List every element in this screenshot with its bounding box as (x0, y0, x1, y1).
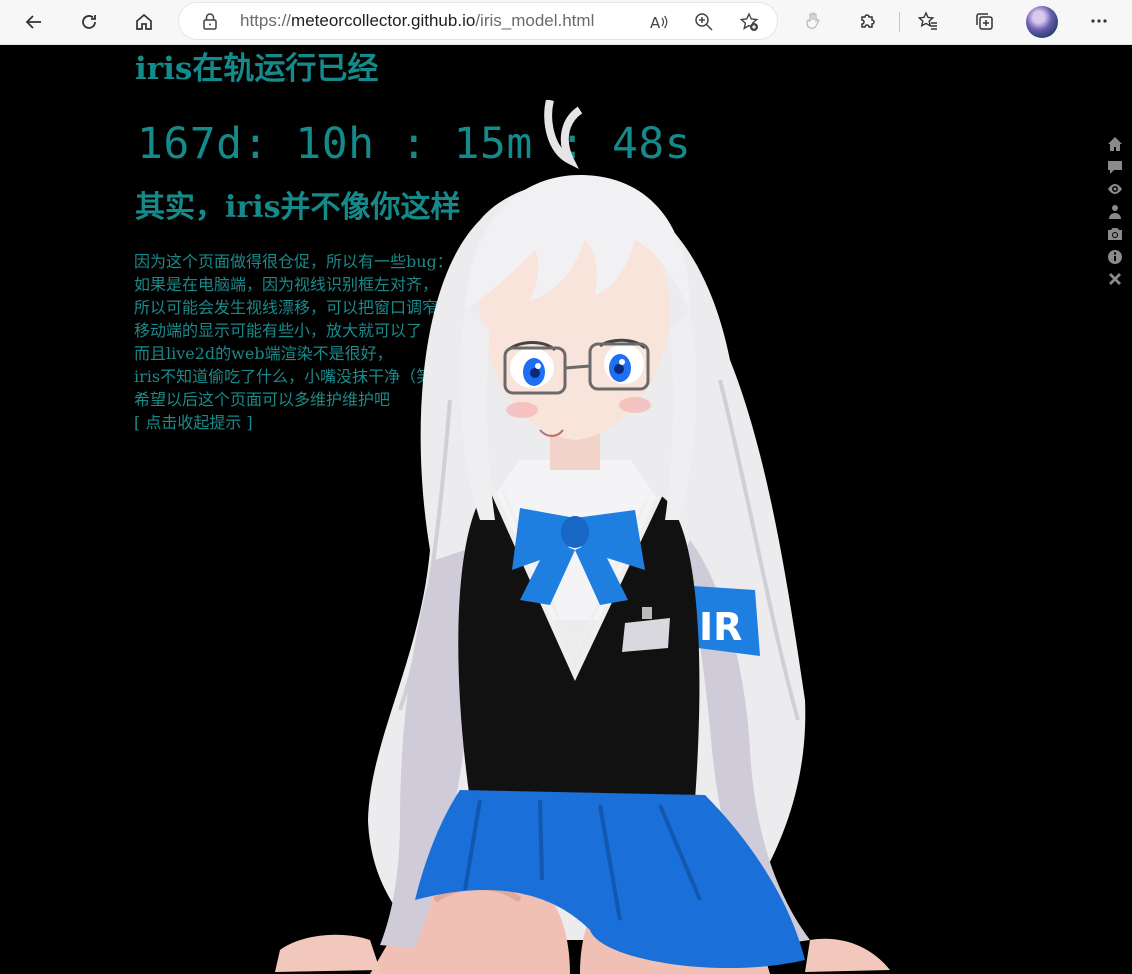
profile-avatar[interactable] (1026, 6, 1058, 38)
close-icon (1109, 273, 1121, 286)
zoom-icon[interactable] (694, 12, 714, 32)
favorites-button[interactable] (916, 9, 940, 33)
refresh-button[interactable] (73, 6, 105, 38)
favorite-add-icon[interactable] (739, 12, 759, 32)
extensions-button[interactable] (856, 9, 880, 33)
toolbar-separator (899, 12, 900, 32)
browser-toolbar: https://meteorcollector.github.io/iris_m… (0, 0, 1132, 45)
live2d-character[interactable]: IR (250, 100, 910, 974)
back-arrow-icon (25, 15, 41, 29)
tool-person[interactable] (1105, 201, 1125, 224)
settings-menu-button[interactable] (1087, 9, 1111, 33)
back-button[interactable] (18, 6, 50, 38)
url-text[interactable]: https://meteorcollector.github.io/iris_m… (240, 11, 594, 31)
info-icon (1108, 249, 1122, 264)
character-illustration: IR (275, 100, 890, 974)
url-path: /iris_model.html (475, 11, 595, 30)
svg-text:A: A (650, 14, 661, 32)
address-bar[interactable]: https://meteorcollector.github.io/iris_m… (179, 3, 777, 39)
url-prefix: https:// (240, 11, 292, 30)
page-content: iris在轨运行已经 167d: 10h : 15m : 48s 其实，iris… (0, 45, 1132, 974)
collections-icon (976, 13, 993, 30)
more-dots-icon (1091, 19, 1107, 23)
lock-icon[interactable] (201, 12, 219, 30)
uptime-heading: iris在轨运行已经 (135, 51, 379, 87)
tool-eye[interactable] (1105, 178, 1125, 201)
tool-camera[interactable] (1105, 223, 1125, 246)
home-button[interactable] (128, 6, 160, 38)
tool-home[interactable] (1105, 133, 1125, 156)
person-icon (1109, 204, 1121, 219)
chat-icon (1108, 160, 1122, 174)
live2d-toolbar (1105, 133, 1125, 291)
extension-button[interactable] (801, 9, 825, 33)
eye-icon (1108, 184, 1122, 195)
favorites-icon (918, 11, 937, 30)
camera-icon (1108, 228, 1122, 241)
refresh-icon (82, 15, 96, 29)
home-icon (136, 13, 152, 30)
read-aloud-icon[interactable]: A (649, 12, 669, 32)
tool-close[interactable] (1105, 268, 1125, 291)
tool-chat[interactable] (1105, 156, 1125, 179)
home-icon (1108, 137, 1122, 152)
armband-label: IR (699, 605, 742, 649)
collections-button[interactable] (972, 9, 996, 33)
tool-info[interactable] (1105, 246, 1125, 269)
puzzle-icon (861, 14, 875, 28)
url-host: meteorcollector.github.io (291, 11, 476, 30)
hand-icon (806, 12, 820, 29)
